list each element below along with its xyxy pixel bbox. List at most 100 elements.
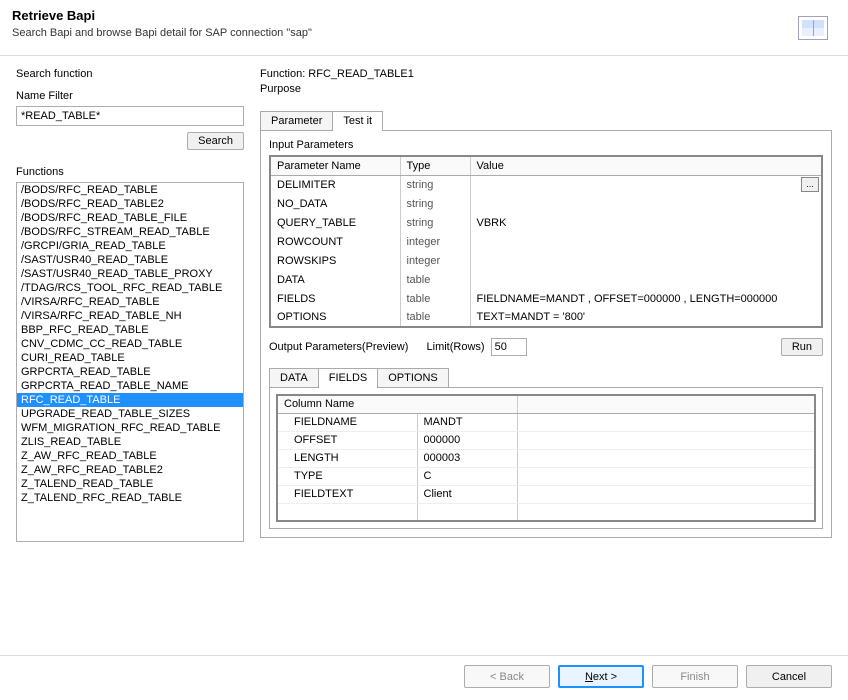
table-icon xyxy=(798,16,828,40)
param-name-cell: ROWCOUNT xyxy=(270,232,400,251)
function-item[interactable]: UPGRADE_READ_TABLE_SIZES xyxy=(17,407,243,421)
param-name-cell: NO_DATA xyxy=(270,194,400,213)
fields-row-empty xyxy=(277,503,815,521)
field-value-cell: MANDT xyxy=(417,413,517,431)
function-item[interactable]: GRPCRTA_READ_TABLE xyxy=(17,365,243,379)
function-name-line: Function: RFC_READ_TABLE1 xyxy=(260,68,832,80)
functions-list[interactable]: /BODS/RFC_READ_TABLE/BODS/RFC_READ_TABLE… xyxy=(16,182,244,542)
function-item[interactable]: /BODS/RFC_READ_TABLE2 xyxy=(17,197,243,211)
field-key-cell: FIELDNAME xyxy=(277,413,417,431)
page-title: Retrieve Bapi xyxy=(12,8,836,23)
function-item[interactable]: CURI_READ_TABLE xyxy=(17,351,243,365)
param-row[interactable]: DELIMITERstring... xyxy=(270,175,822,194)
function-item[interactable]: Z_TALEND_READ_TABLE xyxy=(17,477,243,491)
param-row[interactable]: ROWCOUNTinteger xyxy=(270,232,822,251)
function-item[interactable]: /BODS/RFC_READ_TABLE_FILE xyxy=(17,211,243,225)
function-item[interactable]: /BODS/RFC_STREAM_READ_TABLE xyxy=(17,225,243,239)
function-item[interactable]: /TDAG/RCS_TOOL_RFC_READ_TABLE xyxy=(17,281,243,295)
param-type-cell: table xyxy=(400,308,470,327)
back-button[interactable]: < Back xyxy=(464,665,550,688)
function-item[interactable]: ZLIS_READ_TABLE xyxy=(17,435,243,449)
search-button[interactable]: Search xyxy=(187,132,244,150)
fields-row[interactable]: OFFSET000000 xyxy=(277,431,815,449)
field-blank-cell xyxy=(517,485,815,503)
param-name-cell: ROWSKIPS xyxy=(270,251,400,270)
function-item[interactable]: Z_AW_RFC_READ_TABLE2 xyxy=(17,463,243,477)
name-filter-label: Name Filter xyxy=(16,90,244,102)
function-item[interactable]: GRPCRTA_READ_TABLE_NAME xyxy=(17,379,243,393)
param-row[interactable]: FIELDStableFIELDNAME=MANDT , OFFSET=0000… xyxy=(270,289,822,308)
functions-label: Functions xyxy=(16,166,244,178)
left-column: Search function Name Filter Search Funct… xyxy=(16,68,244,542)
function-item[interactable]: /SAST/USR40_READ_TABLE xyxy=(17,253,243,267)
param-col-value: Value xyxy=(470,156,822,175)
next-button[interactable]: Next > xyxy=(558,665,644,688)
sub-tab-options[interactable]: OPTIONS xyxy=(377,368,449,387)
function-item[interactable]: CNV_CDMC_CC_READ_TABLE xyxy=(17,337,243,351)
main-tabs: Parameter Test it xyxy=(260,111,832,131)
ellipsis-button[interactable]: ... xyxy=(801,177,819,192)
param-row[interactable]: ROWSKIPSinteger xyxy=(270,251,822,270)
function-item[interactable]: /VIRSA/RFC_READ_TABLE_NH xyxy=(17,309,243,323)
output-parameters-label: Output Parameters(Preview) xyxy=(269,341,408,353)
param-col-type: Type xyxy=(400,156,470,175)
field-key-cell: OFFSET xyxy=(277,431,417,449)
field-key-cell: TYPE xyxy=(277,467,417,485)
param-value-cell[interactable]: TEXT=MANDT = '800' xyxy=(470,308,822,327)
param-row[interactable]: NO_DATAstring xyxy=(270,194,822,213)
param-row[interactable]: QUERY_TABLEstringVBRK xyxy=(270,213,822,232)
tab-parameter[interactable]: Parameter xyxy=(260,111,333,130)
limit-rows-input[interactable] xyxy=(491,338,527,356)
param-type-cell: string xyxy=(400,213,470,232)
function-item[interactable]: /BODS/RFC_READ_TABLE xyxy=(17,183,243,197)
name-filter-input[interactable] xyxy=(16,106,244,126)
field-value-cell: 000003 xyxy=(417,449,517,467)
tab-test-it[interactable]: Test it xyxy=(332,111,383,130)
run-button[interactable]: Run xyxy=(781,338,823,356)
field-key-cell: FIELDTEXT xyxy=(277,485,417,503)
function-item[interactable]: /SAST/USR40_READ_TABLE_PROXY xyxy=(17,267,243,281)
param-type-cell: table xyxy=(400,270,470,289)
main-area: Search function Name Filter Search Funct… xyxy=(0,56,848,542)
param-value-cell[interactable]: ... xyxy=(470,175,822,194)
field-blank-cell xyxy=(517,431,815,449)
fields-row[interactable]: FIELDTEXTClient xyxy=(277,485,815,503)
footer-buttons: < Back Next > Finish Cancel xyxy=(464,665,832,688)
input-parameters-table: Parameter Name Type Value DELIMITERstrin… xyxy=(269,155,823,328)
param-type-cell: integer xyxy=(400,251,470,270)
param-name-cell: FIELDS xyxy=(270,289,400,308)
param-row[interactable]: OPTIONStableTEXT=MANDT = '800' xyxy=(270,308,822,327)
function-item[interactable]: /VIRSA/RFC_READ_TABLE xyxy=(17,295,243,309)
cancel-button[interactable]: Cancel xyxy=(746,665,832,688)
param-name-cell: DATA xyxy=(270,270,400,289)
function-item[interactable]: WFM_MIGRATION_RFC_READ_TABLE xyxy=(17,421,243,435)
function-item[interactable]: /GRCPI/GRIA_READ_TABLE xyxy=(17,239,243,253)
search-function-label: Search function xyxy=(16,68,244,80)
fields-row[interactable]: TYPEC xyxy=(277,467,815,485)
param-value-cell[interactable] xyxy=(470,194,822,213)
fields-row[interactable]: LENGTH000003 xyxy=(277,449,815,467)
param-col-name: Parameter Name xyxy=(270,156,400,175)
param-value-cell[interactable]: FIELDNAME=MANDT , OFFSET=000000 , LENGTH… xyxy=(470,289,822,308)
field-value-cell: 000000 xyxy=(417,431,517,449)
param-value-cell[interactable] xyxy=(470,270,822,289)
limit-rows-label: Limit(Rows) xyxy=(427,341,485,353)
field-blank-cell xyxy=(517,449,815,467)
param-value-cell[interactable] xyxy=(470,251,822,270)
field-value-cell: C xyxy=(417,467,517,485)
param-value-cell[interactable]: VBRK xyxy=(470,213,822,232)
function-item[interactable]: RFC_READ_TABLE xyxy=(17,393,243,407)
param-value-cell[interactable] xyxy=(470,232,822,251)
function-item[interactable]: Z_TALEND_RFC_READ_TABLE xyxy=(17,491,243,505)
param-name-cell: DELIMITER xyxy=(270,175,400,194)
param-row[interactable]: DATAtable xyxy=(270,270,822,289)
fields-row[interactable]: FIELDNAMEMANDT xyxy=(277,413,815,431)
param-type-cell: string xyxy=(400,194,470,213)
sub-tab-fields[interactable]: FIELDS xyxy=(318,368,379,387)
sub-tab-data[interactable]: DATA xyxy=(269,368,319,387)
output-row: Output Parameters(Preview) Limit(Rows) R… xyxy=(269,338,823,356)
function-item[interactable]: BBP_RFC_READ_TABLE xyxy=(17,323,243,337)
finish-button[interactable]: Finish xyxy=(652,665,738,688)
field-value-cell: Client xyxy=(417,485,517,503)
function-item[interactable]: Z_AW_RFC_READ_TABLE xyxy=(17,449,243,463)
